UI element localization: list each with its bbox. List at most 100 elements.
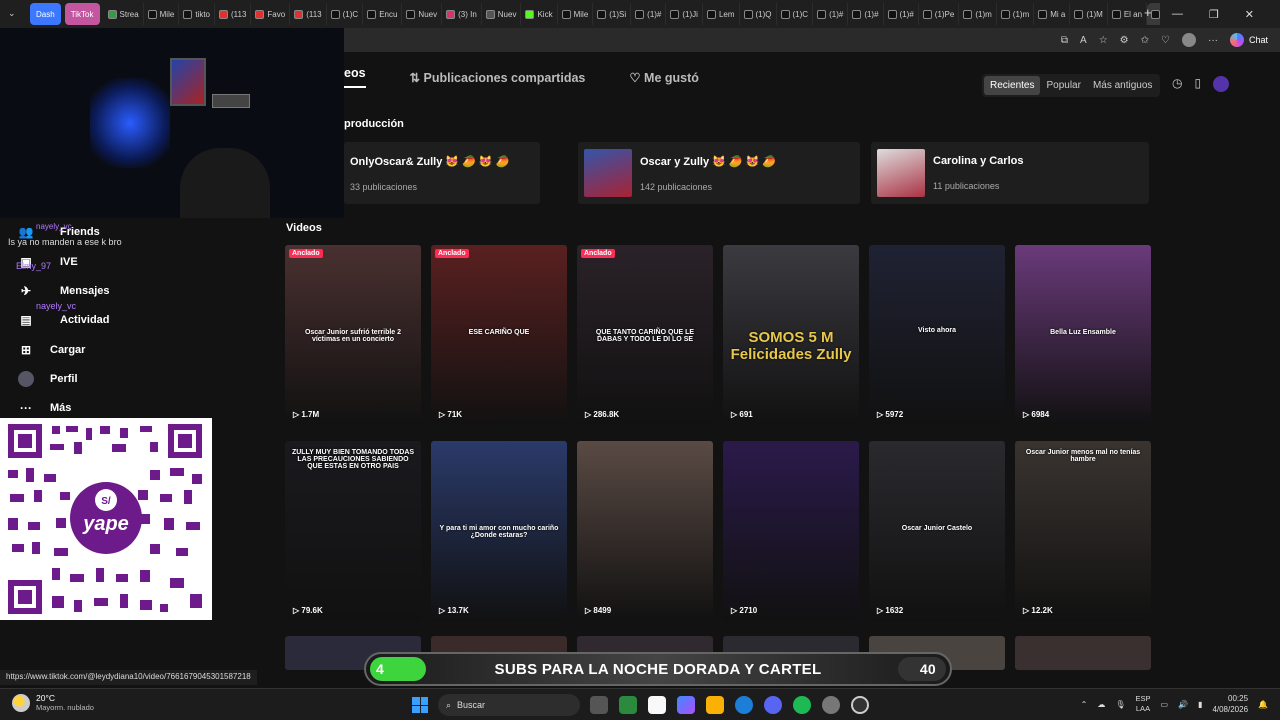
browser-tab[interactable]: (1)M [1070,3,1108,25]
obs-icon[interactable] [851,696,869,714]
clock-icon[interactable]: ◷ [1172,76,1182,92]
start-button[interactable] [412,697,428,713]
edge-icon[interactable] [735,696,753,714]
taskbar-search[interactable]: ⌕ Buscar [438,694,580,716]
sort-oldest-button[interactable]: Más antiguos [1087,76,1158,95]
copilot-chat-button[interactable]: Chat [1229,33,1268,47]
video-card[interactable]: Y para ti mi amor con mucho cariño ¿Dond… [431,441,567,621]
browser-tab[interactable]: (1)C [327,3,364,25]
profile-avatar[interactable] [1181,33,1196,47]
cloud-icon[interactable]: ☁ [1097,700,1105,709]
open-app-icon[interactable]: ⧉ [1061,35,1068,46]
mic-icon[interactable]: 🎙 [1115,700,1125,709]
video-card[interactable]: ▷ 8499 [577,441,713,621]
browser-tab[interactable]: (113 [215,3,252,25]
browser-essentials-icon[interactable]: ♡ [1161,35,1170,46]
browser-tab[interactable]: (1)Ji [666,3,703,25]
browser-tab[interactable]: (1)m [997,3,1035,25]
browser-tab[interactable]: (1)# [848,3,884,25]
playlist-count: 142 publicaciones [640,181,713,192]
file-explorer-icon[interactable] [706,696,724,714]
video-card[interactable]: Oscar Junior Castelo ▷ 1632 [869,441,1005,621]
widgets-icon[interactable] [619,696,637,714]
spotify-icon[interactable] [793,696,811,714]
read-aloud-icon[interactable]: A [1080,35,1087,46]
video-card[interactable]: SOMOS 5 M Felicidades Zully ▷ 691 [723,245,859,425]
sidebar-item-activity[interactable]: ▤ Actividad [18,312,109,328]
battery-icon[interactable]: ▮ [1198,700,1202,709]
maximize-icon[interactable]: ❐ [1209,8,1219,21]
browser-tab[interactable]: Favo [251,3,291,25]
sidebar-item-more[interactable]: ··· Más [18,400,71,416]
browser-tab[interactable]: Mile [558,3,594,25]
tab-label: El an [1123,9,1143,19]
browser-tab[interactable]: Kick [521,3,558,25]
browser-tab[interactable]: Lem [703,3,740,25]
sidebar-item-upload[interactable]: ⊞ Cargar [18,342,86,358]
extensions-icon[interactable]: ⚙ [1120,35,1129,46]
new-tab-button[interactable]: + [1144,5,1152,20]
app-icon[interactable] [822,696,840,714]
weather-widget[interactable]: 20°C Mayorm. nublado [12,693,94,712]
discord-icon[interactable] [764,696,782,714]
clock[interactable]: 00:25 4/08/2026 [1212,693,1248,715]
browser-tab[interactable]: (1)Q [740,3,777,25]
tab-liked[interactable]: ♡ Me gustó [629,70,699,85]
phone-icon[interactable]: ▯ [1194,76,1201,92]
browser-tab[interactable]: (1)Pe [919,3,960,25]
sidebar-item-messages[interactable]: ✈ Mensajes [18,283,110,299]
browser-tab[interactable]: Nuev [482,3,522,25]
sort-recent-button[interactable]: Recientes [984,76,1041,95]
video-card[interactable] [1015,636,1151,670]
video-card[interactable]: Visto ahora ▷ 5972 [869,245,1005,425]
browser-tab[interactable]: (1)# [813,3,849,25]
more-options-icon[interactable]: ··· [1208,35,1218,46]
browser-tab[interactable]: (1)m [959,3,997,25]
sidebar-item-profile[interactable]: Perfil [18,371,78,387]
video-card[interactable]: ▷ 2710 [723,441,859,621]
browser-tab[interactable]: Mile [144,3,180,25]
browser-tab[interactable]: (1)# [631,3,667,25]
minimize-icon[interactable]: — [1172,8,1183,20]
browser-tab[interactable]: (113 [290,3,327,25]
browser-tab[interactable]: (1)# [884,3,919,25]
close-icon[interactable]: ✕ [1245,8,1254,21]
video-card[interactable]: Bella Luz Ensamble ▷ 6984 [1015,245,1151,425]
browser-tab[interactable]: (3) In [442,3,482,25]
volume-icon[interactable]: 🔊 [1178,700,1188,709]
tab-shared-posts[interactable]: ⇅ Publicaciones compartidas [410,70,586,85]
browser-tab[interactable]: El an [1108,3,1148,25]
notifications-icon[interactable]: 🔔 [1258,700,1268,709]
language-indicator[interactable]: ESP LAA [1135,694,1150,714]
browser-tab[interactable]: (1)C [777,3,814,25]
favorite-star-icon[interactable]: ☆ [1099,35,1108,46]
sidebar-label: Perfil [50,373,78,385]
video-card[interactable]: Anclado ESE CARIÑO QUE ▷ 71K [431,245,567,425]
network-icon[interactable]: ▭ [1161,700,1169,709]
store-icon[interactable] [648,696,666,714]
playlist-card[interactable]: Carolina y Carlos 11 publicaciones [871,142,1149,204]
browser-tab[interactable]: TikTok [64,3,100,25]
favorites-icon[interactable]: ✩ [1141,35,1149,46]
sort-popular-button[interactable]: Popular [1040,76,1086,95]
browser-tab[interactable]: Mi a [1034,3,1071,25]
browser-tab[interactable]: (1)Si [593,3,632,25]
browser-tab[interactable]: Encu [363,3,403,25]
video-card[interactable]: Anclado QUE TANTO CARIÑO QUE LE DABAS Y T… [577,245,713,425]
browser-tab[interactable]: Nuev [402,3,443,25]
copilot-app-icon[interactable] [677,696,695,714]
browser-tab[interactable]: Dash [30,3,61,25]
creator-avatar[interactable] [1213,76,1230,92]
browser-tab[interactable]: Strea [104,3,144,25]
video-card[interactable]: Anclado Oscar Junior sufrió terrible 2 ví… [285,245,421,425]
browser-tab[interactable]: tikto [179,3,215,25]
tab-videos[interactable]: eos [344,66,366,88]
video-card[interactable]: Oscar Junior menos mal no tenías hambre ▷… [1015,441,1151,621]
playlist-card[interactable]: Oscar y Zully 😻 🥭 😻 🥭 142 publicaciones [578,142,860,204]
task-view-icon[interactable] [590,696,608,714]
playlist-card[interactable]: OnlyOscar& Zully 😻 🥭 😻 🥭 33 publicacione… [344,142,540,204]
tray-overflow-icon[interactable]: ⌃ [1081,700,1088,709]
subs-goal: 40 [898,657,946,681]
tab-actions-icon[interactable]: ⌄ [8,8,16,19]
video-card[interactable]: ZULLY MUY BIEN TOMANDO TODAS LAS PRECAUC… [285,441,421,621]
